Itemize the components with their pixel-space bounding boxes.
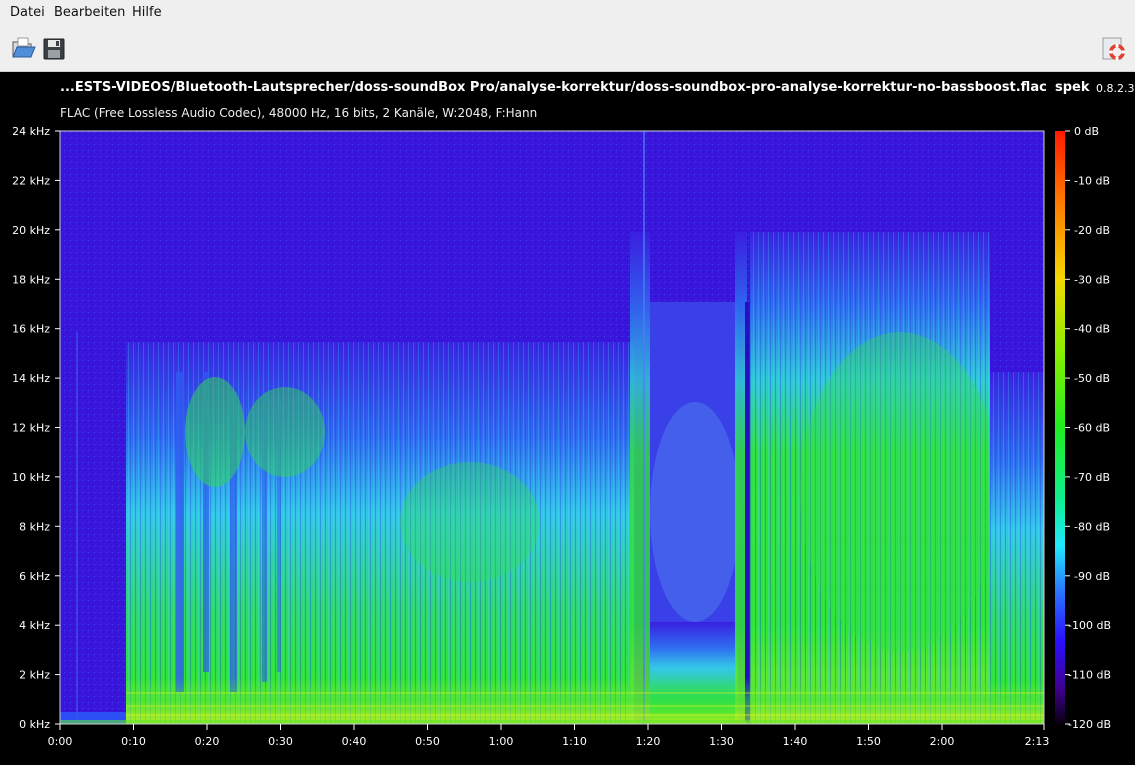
freq-tick-label: 14 kHz (12, 372, 50, 385)
time-tick-label: 1:50 (856, 735, 881, 748)
file-title: ...ESTS-VIDEOS/Bluetooth-Lautsprecher/do… (60, 80, 1047, 95)
freq-tick-label: 4 kHz (19, 619, 50, 632)
menu-bar: Datei Bearbeiten Hilfe (0, 0, 1135, 27)
time-tick-label: 0:30 (268, 735, 293, 748)
time-tick-label: 1:20 (636, 735, 661, 748)
time-tick-label: 0:10 (121, 735, 146, 748)
db-tick-label: -60 dB (1074, 422, 1110, 435)
db-tick-label: -110 dB (1068, 669, 1111, 682)
toolbar (0, 27, 1135, 72)
save-icon[interactable] (40, 35, 68, 63)
freq-tick-label: 12 kHz (12, 422, 50, 435)
db-tick-label: -50 dB (1074, 372, 1110, 385)
freq-tick-label: 0 kHz (19, 718, 50, 731)
open-file-icon[interactable] (9, 35, 37, 63)
time-axis: 0:00 0:10 0:20 0:30 0:40 0:50 1:00 1:10 … (48, 724, 1050, 748)
menu-hilfe[interactable]: Hilfe (132, 5, 162, 20)
menu-datei[interactable]: Datei (10, 5, 45, 20)
time-tick-label: 0:20 (195, 735, 220, 748)
time-tick-label: 1:00 (489, 735, 514, 748)
time-tick-label: 2:13 (1025, 735, 1050, 748)
time-tick-label: 1:10 (562, 735, 587, 748)
db-tick-label: -120 dB (1068, 718, 1111, 731)
freq-tick-label: 2 kHz (19, 669, 50, 682)
freq-tick-label: 6 kHz (19, 570, 50, 583)
db-tick-label: -80 dB (1074, 520, 1110, 533)
db-color-scale: 0 dB -10 dB -20 dB -30 dB -40 dB -50 dB … (1055, 125, 1111, 731)
db-tick-label: -70 dB (1074, 471, 1110, 484)
db-gradient-bar (1055, 131, 1065, 724)
freq-tick-label: 10 kHz (12, 471, 50, 484)
time-tick-label: 0:40 (342, 735, 367, 748)
freq-tick-label: 20 kHz (12, 224, 50, 237)
time-tick-label: 1:40 (783, 735, 808, 748)
time-tick-label: 0:50 (415, 735, 440, 748)
freq-tick-label: 18 kHz (12, 273, 50, 286)
spectrogram-image (60, 131, 1044, 724)
db-tick-label: -30 dB (1074, 273, 1110, 286)
freq-tick-label: 16 kHz (12, 323, 50, 336)
db-tick-label: -10 dB (1074, 174, 1110, 187)
db-tick-label: -20 dB (1074, 224, 1110, 237)
app-version: 0.8.2.3 (1096, 82, 1135, 95)
freq-tick-label: 8 kHz (19, 520, 50, 533)
frequency-axis: 0 kHz 2 kHz 4 kHz 6 kHz 8 kHz 10 kHz 12 … (12, 125, 60, 731)
db-tick-label: -40 dB (1074, 323, 1110, 336)
spectrogram-canvas: 0 kHz 2 kHz 4 kHz 6 kHz 8 kHz 10 kHz 12 … (12, 125, 1111, 748)
time-tick-label: 0:00 (48, 735, 73, 748)
db-tick-label: -100 dB (1068, 619, 1111, 632)
spectrogram-view: 0 kHz 2 kHz 4 kHz 6 kHz 8 kHz 10 kHz 12 … (0, 72, 1135, 765)
file-info: FLAC (Free Lossless Audio Codec), 48000 … (60, 106, 538, 120)
app-name: spek (1055, 80, 1090, 95)
lifebuoy-help-icon[interactable] (1100, 35, 1128, 63)
freq-tick-label: 24 kHz (12, 125, 50, 138)
time-tick-label: 2:00 (930, 735, 955, 748)
freq-tick-label: 22 kHz (12, 174, 50, 187)
menu-bearbeiten[interactable]: Bearbeiten (54, 5, 125, 20)
db-tick-label: -90 dB (1074, 570, 1110, 583)
time-tick-label: 1:30 (709, 735, 734, 748)
db-tick-label: 0 dB (1074, 125, 1099, 138)
